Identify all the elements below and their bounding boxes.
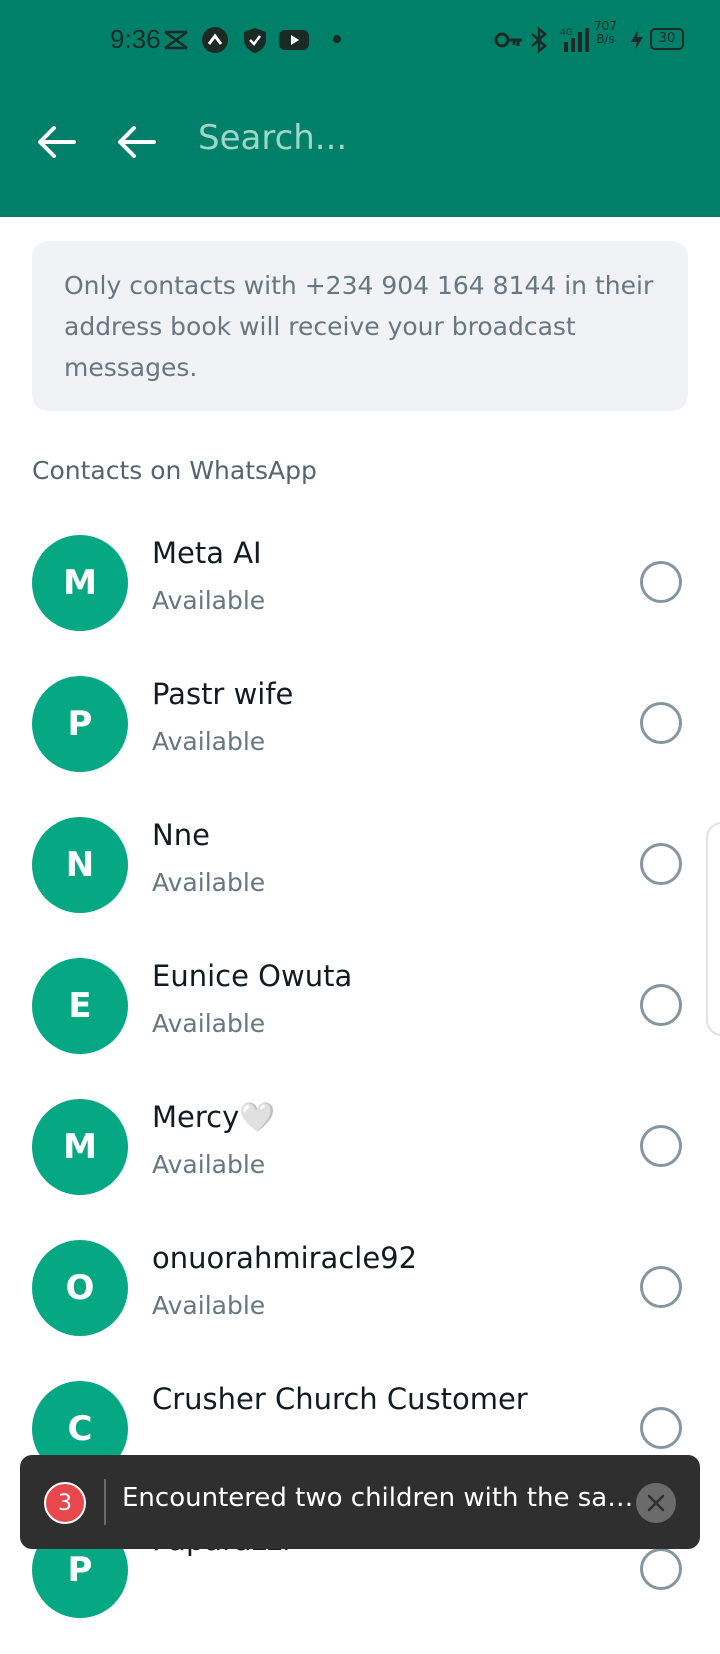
svg-text:4G: 4G	[560, 28, 573, 38]
contact-name: Nne	[152, 818, 210, 852]
avatar: N	[32, 817, 128, 913]
more-notifications-dot	[333, 35, 341, 43]
avatar: O	[32, 1240, 128, 1336]
select-radio[interactable]	[640, 1266, 682, 1308]
back-arrow-icon[interactable]	[34, 120, 78, 164]
contact-name: Meta AI	[152, 536, 262, 570]
contact-name: Pastr wife	[152, 677, 294, 711]
contact-status: Available	[152, 868, 266, 897]
battery-indicator: 30	[650, 28, 684, 50]
contact-row[interactable]: N Nne Available	[0, 808, 720, 949]
search-back-arrow-icon[interactable]	[114, 120, 158, 164]
avatar: M	[32, 535, 128, 631]
youtube-icon	[279, 30, 309, 50]
select-radio[interactable]	[640, 1548, 682, 1590]
contact-row[interactable]: M Meta AI Available	[0, 526, 720, 667]
avatar: P	[32, 676, 128, 772]
broadcast-notice-text: Only contacts with +234 904 164 8144 in …	[64, 271, 654, 382]
contact-status: Available	[152, 586, 266, 615]
contact-name: onuorahmiracle92	[152, 1241, 418, 1275]
shield-icon	[244, 28, 266, 53]
broadcast-notice: Only contacts with +234 904 164 8144 in …	[32, 241, 688, 411]
contact-row[interactable]: E Eunice Owuta Available	[0, 949, 720, 1090]
app-bar: 9:36 4G 707 B/s 30 Search...	[0, 0, 720, 217]
edge-panel-handle[interactable]	[706, 822, 720, 1036]
contact-status: Available	[152, 1291, 266, 1320]
select-radio[interactable]	[640, 1125, 682, 1167]
contact-row[interactable]: O onuorahmiracle92 Available	[0, 1231, 720, 1372]
contact-status: Available	[152, 727, 266, 756]
avatar: E	[32, 958, 128, 1054]
error-count-badge: 3	[44, 1482, 86, 1524]
notification-app-icon	[164, 30, 188, 50]
section-title: Contacts on WhatsApp	[32, 456, 317, 485]
select-radio[interactable]	[640, 702, 682, 744]
error-toast[interactable]: 3 Encountered two children with the same…	[20, 1455, 700, 1549]
cellular-signal-icon: 4G	[560, 28, 589, 52]
select-radio[interactable]	[640, 843, 682, 885]
contact-row[interactable]: P Pastr wife Available	[0, 667, 720, 808]
contact-name: Eunice Owuta	[152, 959, 353, 993]
contact-row[interactable]: M Mercy🤍 Available	[0, 1090, 720, 1231]
contact-status: Available	[152, 1150, 266, 1179]
dismiss-toast-button[interactable]	[636, 1483, 676, 1523]
select-radio[interactable]	[640, 984, 682, 1026]
arrow-up-app-icon	[202, 27, 228, 53]
status-time: 9:36	[110, 24, 161, 54]
network-speed: 707 B/s	[594, 19, 617, 46]
contact-status: Available	[152, 1009, 266, 1038]
bluetooth-icon	[531, 26, 547, 54]
select-radio[interactable]	[640, 1407, 682, 1449]
close-icon	[647, 1494, 665, 1512]
search-input[interactable]: Search...	[198, 118, 347, 158]
contact-name: Mercy🤍	[152, 1100, 276, 1134]
contact-name: Crusher Church Customer	[152, 1382, 528, 1416]
select-radio[interactable]	[640, 561, 682, 603]
toast-message[interactable]: Encountered two children with the same..…	[122, 1483, 642, 1513]
toast-divider	[104, 1479, 106, 1525]
status-bar: 9:36 4G 707 B/s 30	[0, 0, 720, 80]
charging-bolt-icon	[631, 30, 643, 50]
avatar: M	[32, 1099, 128, 1195]
vpn-key-icon	[494, 32, 522, 48]
